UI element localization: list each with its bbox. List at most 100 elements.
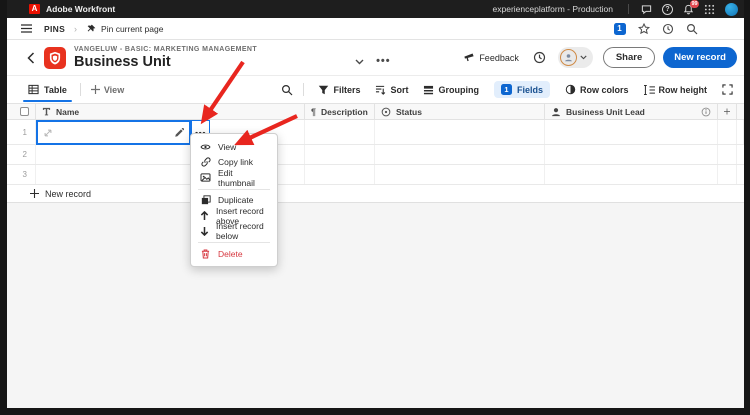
pins-label[interactable]: PINS	[44, 24, 65, 34]
tab-table[interactable]: Table	[23, 76, 72, 103]
table-header-row: Name ¶ Description Status Business Unit …	[7, 103, 744, 120]
megaphone-icon	[464, 52, 474, 61]
select-all-checkbox[interactable]	[20, 107, 29, 116]
person-icon	[552, 107, 560, 116]
paragraph-icon: ¶	[311, 106, 317, 117]
eye-icon	[200, 143, 211, 151]
menu-separator	[198, 242, 270, 243]
menu-item-insert-record-below[interactable]: Insert record below	[191, 221, 277, 241]
feedback-bubble-icon[interactable]	[640, 3, 653, 16]
row-height-button[interactable]: Row height	[643, 84, 707, 95]
content-area: Name ¶ Description Status Business Unit …	[7, 103, 744, 408]
org-name: experienceplatform - Production	[492, 4, 613, 14]
recents-history-icon[interactable]	[661, 22, 674, 35]
plus-icon	[30, 189, 39, 198]
edit-pencil-icon[interactable]	[174, 127, 184, 138]
breadcrumb: VANGELUW - BASIC: MARKETING MANAGEMENT	[74, 45, 258, 53]
pins-bar: PINS › Pin current page 1	[7, 18, 744, 40]
grouping-icon	[424, 85, 434, 94]
main-menu-icon[interactable]	[21, 24, 32, 33]
menu-item-delete[interactable]: Delete	[191, 246, 277, 262]
link-icon	[200, 157, 211, 167]
app-switcher-grid-icon[interactable]	[703, 3, 716, 16]
pin-current-page-label: Pin current page	[101, 23, 164, 34]
select-all-cell[interactable]	[7, 104, 36, 119]
header-filler	[737, 104, 744, 119]
plus-icon	[724, 108, 730, 115]
fields-button[interactable]: 1 Fields	[493, 81, 550, 98]
solutions-count-badge[interactable]: 1	[613, 22, 626, 35]
table-row[interactable]: 2	[7, 145, 744, 165]
trash-icon	[200, 249, 211, 259]
menu-item-edit-thumbnail[interactable]: Edit thumbnail	[191, 168, 277, 188]
sort-icon	[376, 85, 386, 95]
active-tab-underline	[23, 99, 72, 102]
row-number: 1	[7, 120, 36, 144]
column-header-status[interactable]: Status	[375, 104, 545, 119]
menu-separator	[198, 188, 270, 190]
divider	[628, 4, 629, 14]
table-row[interactable]: 3	[7, 165, 744, 185]
user-avatar[interactable]	[725, 2, 738, 16]
divider	[79, 83, 81, 96]
sharing-avatar-menu[interactable]	[557, 47, 593, 68]
arrow-down-icon	[200, 226, 209, 237]
fullscreen-button[interactable]	[722, 84, 733, 95]
fields-count-badge: 1	[500, 84, 512, 95]
row-number: 2	[7, 145, 36, 164]
notifications-bell-icon[interactable]: 99	[682, 0, 699, 16]
sort-button[interactable]: Sort	[375, 85, 408, 95]
image-icon	[200, 173, 211, 182]
share-button[interactable]: Share	[602, 47, 656, 68]
adobe-logo-icon: A	[29, 4, 40, 14]
product-name: Adobe Workfront	[46, 4, 116, 14]
column-header-name[interactable]: Name	[36, 104, 305, 119]
add-view-label: View	[103, 84, 125, 95]
new-record-button[interactable]: New record	[663, 47, 737, 68]
title-block: VANGELUW - BASIC: MARKETING MANAGEMENT B…	[74, 46, 257, 70]
row-height-icon	[643, 84, 655, 95]
plus-icon	[90, 85, 100, 94]
column-header-description[interactable]: ¶ Description	[305, 104, 375, 119]
duplicate-icon	[200, 195, 211, 205]
help-icon[interactable]: ?	[661, 3, 674, 16]
grouping-button[interactable]: Grouping	[423, 85, 479, 95]
fullscreen-icon	[722, 84, 733, 95]
page-header: VANGELUW - BASIC: MARKETING MANAGEMENT B…	[7, 40, 744, 76]
page-title: Business Unit	[74, 53, 171, 70]
column-header-business-unit-lead[interactable]: Business Unit Lead	[545, 104, 718, 119]
table-icon	[28, 84, 39, 95]
expand-record-icon[interactable]	[43, 128, 53, 138]
page-more-actions-button[interactable]: •••	[376, 55, 391, 67]
records-table: Name ¶ Description Status Business Unit …	[7, 103, 744, 203]
chevron-right-icon: ›	[74, 23, 78, 34]
status-icon	[381, 107, 391, 116]
pin-current-page-button[interactable]: Pin current page	[86, 24, 163, 34]
new-record-row-label: New record	[45, 188, 92, 199]
row-colors-icon	[565, 84, 576, 95]
menu-item-view[interactable]: View	[191, 139, 277, 155]
favorites-star-icon[interactable]	[637, 22, 650, 35]
table-search-icon[interactable]	[281, 84, 293, 96]
collaborator-avatar	[559, 49, 577, 66]
tab-table-label: Table	[44, 84, 67, 95]
title-chevron-down-icon[interactable]	[355, 59, 364, 65]
back-button[interactable]	[27, 51, 35, 64]
feedback-button[interactable]: Feedback	[463, 53, 519, 63]
info-icon[interactable]	[701, 107, 711, 117]
row-colors-button[interactable]: Row colors	[565, 84, 629, 95]
history-clock-icon[interactable]	[533, 51, 546, 64]
new-record-row-button[interactable]: New record	[7, 185, 744, 203]
arrow-up-icon	[200, 210, 209, 221]
search-icon[interactable]	[685, 22, 698, 35]
add-column-button[interactable]	[718, 104, 737, 119]
row-context-menu: View Copy link Edit thumbnail Duplicate …	[190, 133, 278, 267]
record-type-shield-icon	[44, 46, 66, 69]
chevron-down-icon	[580, 55, 587, 60]
shell-topbar: A Adobe Workfront experienceplatform - P…	[7, 0, 744, 18]
name-cell-editing[interactable]	[36, 120, 191, 145]
add-view-button[interactable]: View	[90, 84, 125, 95]
filter-funnel-icon	[319, 85, 329, 94]
filters-button[interactable]: Filters	[318, 85, 360, 95]
table-row[interactable]: 1 •••	[7, 120, 744, 145]
